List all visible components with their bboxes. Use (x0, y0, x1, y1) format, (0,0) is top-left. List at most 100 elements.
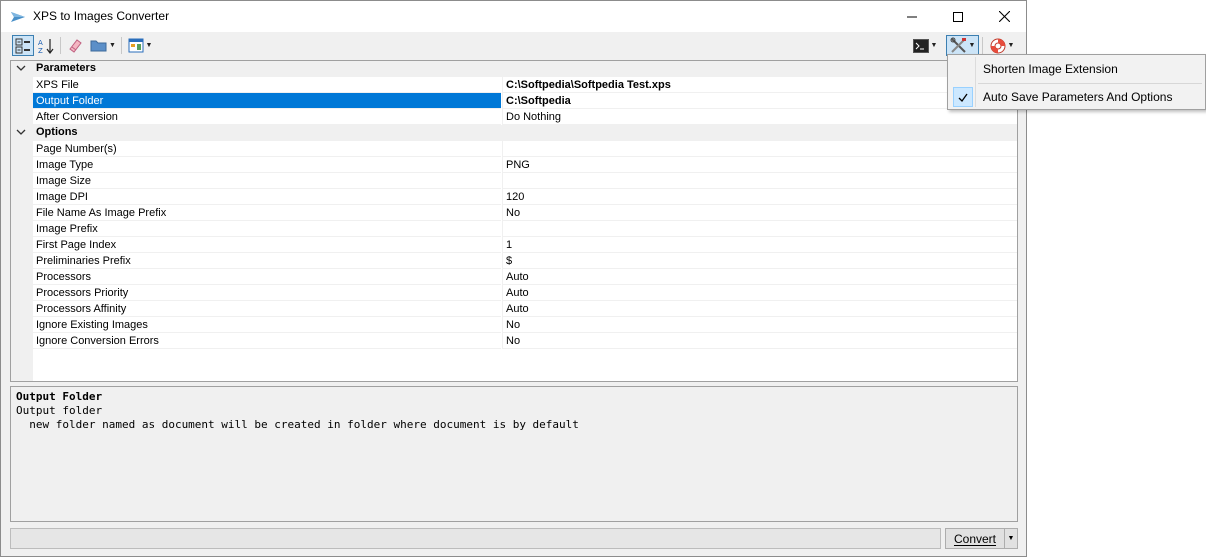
property-row-image-size[interactable]: Image Size (11, 173, 1017, 189)
chevron-down-icon: ▼ (109, 42, 116, 49)
property-row-after-conversion[interactable]: After Conversion Do Nothing (11, 109, 1017, 125)
convert-label: Convert (953, 531, 997, 546)
property-value[interactable]: C:\Softpedia\Softpedia Test.xps (502, 77, 1017, 93)
property-value[interactable]: No (502, 333, 1017, 349)
property-name: First Page Index (33, 237, 501, 253)
property-name: After Conversion (33, 109, 501, 125)
console-icon (912, 38, 929, 53)
property-row-processors[interactable]: Processors Auto (11, 269, 1017, 285)
chevron-down-icon: ▼ (145, 42, 153, 49)
property-value[interactable] (502, 221, 1017, 237)
description-title: Output Folder (16, 390, 103, 403)
property-value[interactable] (502, 173, 1017, 189)
collapse-chevron-icon[interactable] (16, 62, 28, 76)
property-name: File Name As Image Prefix (33, 205, 501, 221)
category-options[interactable]: Options (11, 125, 1017, 141)
property-row-image-dpi[interactable]: Image DPI 120 (11, 189, 1017, 205)
property-name: Image Type (33, 157, 501, 173)
open-folder-button[interactable]: ▼ (88, 35, 118, 56)
categorized-view-button[interactable] (12, 35, 34, 56)
collapse-chevron-icon[interactable] (16, 126, 28, 140)
property-value[interactable]: Auto (502, 269, 1017, 285)
layout-button[interactable]: ▼ (125, 35, 155, 56)
help-button[interactable]: ▼ (986, 35, 1018, 56)
property-value[interactable]: 1 (502, 237, 1017, 253)
maximize-icon (953, 11, 963, 22)
minimize-icon (907, 16, 917, 17)
property-name: Ignore Existing Images (33, 317, 501, 333)
property-name: Processors (33, 269, 501, 285)
property-name: Ignore Conversion Errors (33, 333, 501, 349)
property-value[interactable]: C:\Softpedia (502, 93, 1017, 109)
property-value[interactable]: $ (502, 253, 1017, 269)
property-name: Processors Affinity (33, 301, 501, 317)
property-value[interactable]: 120 (502, 189, 1017, 205)
app-window: XPS to Images Converter A Z ▼ ▼ ▼ ▼ ▼ Pa… (0, 0, 1027, 557)
property-row-ignore-existing-images[interactable]: Ignore Existing Images No (11, 317, 1017, 333)
title-bar: XPS to Images Converter (1, 1, 1026, 32)
layout-icon (128, 38, 144, 53)
property-name: Image Size (33, 173, 501, 189)
property-name: Page Number(s) (33, 141, 501, 157)
property-name: XPS File (33, 77, 501, 93)
chevron-down-icon: ▼ (968, 42, 976, 49)
categorized-icon (15, 38, 30, 53)
property-value[interactable]: Auto (502, 301, 1017, 317)
app-icon (10, 9, 26, 25)
close-icon (998, 11, 1010, 22)
menu-separator (978, 83, 1202, 84)
close-button[interactable] (981, 1, 1027, 32)
tools-button[interactable]: ▼ (946, 35, 979, 56)
folder-icon (90, 40, 107, 52)
property-name: Image Prefix (33, 221, 501, 237)
menu-item-label: Auto Save Parameters And Options (983, 90, 1173, 104)
category-label: Parameters (36, 62, 96, 74)
sort-az-icon: A Z (38, 38, 54, 54)
property-row-image-type[interactable]: Image Type PNG (11, 157, 1017, 173)
property-row-file-name-prefix[interactable]: File Name As Image Prefix No (11, 205, 1017, 221)
alphabetical-sort-button[interactable]: A Z (36, 35, 56, 56)
svg-text:A: A (38, 39, 43, 47)
maximize-button[interactable] (935, 1, 981, 32)
toolbar-separator (60, 37, 61, 54)
toolbar-separator (982, 37, 983, 54)
property-name: Output Folder (33, 93, 501, 109)
property-value[interactable]: PNG (502, 157, 1017, 173)
checkmark-icon (953, 87, 973, 107)
chevron-down-icon: ▼ (1007, 535, 1015, 542)
property-name: Preliminaries Prefix (33, 253, 501, 269)
chevron-down-icon: ▼ (930, 42, 938, 49)
tools-icon (950, 37, 966, 53)
property-value[interactable]: Do Nothing (502, 109, 1017, 125)
window-title: XPS to Images Converter (33, 9, 170, 23)
menu-item-shorten-image-extension[interactable]: Shorten Image Extension (950, 57, 1204, 81)
convert-button[interactable]: Convert (945, 528, 1005, 549)
clear-button[interactable] (65, 35, 85, 56)
lifebuoy-icon (990, 38, 1006, 53)
property-name: Processors Priority (33, 285, 501, 301)
minimize-button[interactable] (889, 1, 935, 32)
chevron-down-icon: ▼ (1007, 42, 1015, 49)
property-row-ignore-conversion-errors[interactable]: Ignore Conversion Errors No (11, 333, 1017, 349)
property-value[interactable]: No (502, 205, 1017, 221)
property-row-processors-priority[interactable]: Processors Priority Auto (11, 285, 1017, 301)
convert-dropdown-button[interactable]: ▼ (1004, 528, 1018, 549)
property-row-xps-file[interactable]: XPS File C:\Softpedia\Softpedia Test.xps (11, 77, 1017, 93)
property-value[interactable]: No (502, 317, 1017, 333)
property-value[interactable]: Auto (502, 285, 1017, 301)
property-row-processors-affinity[interactable]: Processors Affinity Auto (11, 301, 1017, 317)
description-panel: Output Folder Output folder new folder n… (10, 386, 1018, 522)
property-value[interactable] (502, 141, 1017, 157)
status-field (10, 528, 941, 549)
console-button[interactable]: ▼ (909, 35, 941, 56)
menu-item-auto-save-parameters[interactable]: Auto Save Parameters And Options (950, 85, 1204, 109)
property-row-page-numbers[interactable]: Page Number(s) (11, 141, 1017, 157)
eraser-icon (69, 38, 82, 53)
property-row-image-prefix[interactable]: Image Prefix (11, 221, 1017, 237)
category-label: Options (36, 126, 78, 138)
property-row-first-page-index[interactable]: First Page Index 1 (11, 237, 1017, 253)
property-row-preliminaries-prefix[interactable]: Preliminaries Prefix $ (11, 253, 1017, 269)
property-row-output-folder[interactable]: Output Folder C:\Softpedia (11, 93, 1017, 109)
category-parameters[interactable]: Parameters (11, 61, 1017, 77)
svg-text:Z: Z (38, 47, 43, 54)
